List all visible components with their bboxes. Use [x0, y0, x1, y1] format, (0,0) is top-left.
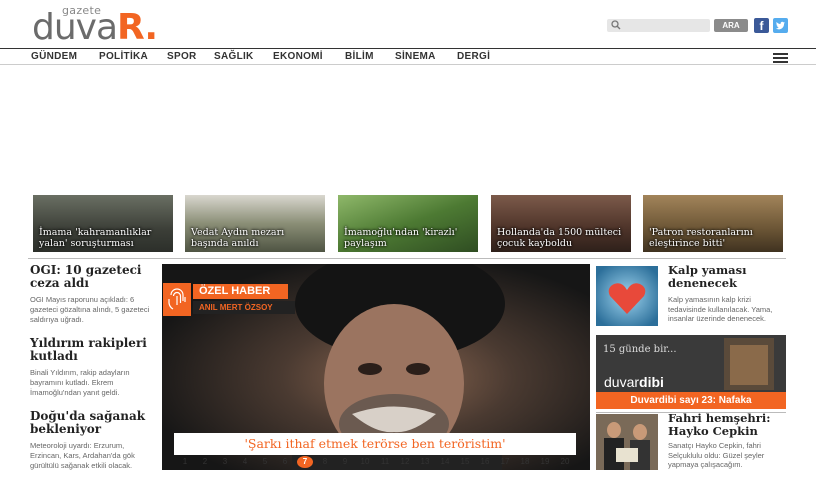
left-story-summary: Meteoroloji uyardı: Erzurum, Erzincan, K…	[30, 441, 135, 470]
nav-saglik[interactable]: SAĞLIK	[214, 51, 254, 62]
pager-item[interactable]: 12	[397, 457, 413, 466]
nav-gundem[interactable]: GÜNDEM	[31, 51, 77, 62]
pager-item[interactable]: 16	[477, 457, 493, 466]
left-story-1[interactable]: OGI: 10 gazeteci ceza aldı OGI Mayıs rap…	[30, 264, 150, 325]
left-story-2[interactable]: Yıldırım rakipleri kutladı Binali Yıldır…	[30, 337, 150, 398]
site-logo[interactable]: gazete duvaR.	[32, 4, 202, 46]
nav-politika[interactable]: POLİTİKA	[99, 51, 148, 62]
right-story-summary: Sanatçı Hayko Cepkin, fahri Selçuklulu o…	[668, 441, 765, 469]
pager-item[interactable]: 18	[517, 457, 533, 466]
search-box	[607, 19, 710, 32]
top-story-caption: 'Patron restoranlarını eleştirince bitti…	[649, 227, 753, 249]
pager-item[interactable]: 4	[237, 457, 253, 466]
left-story-summary: OGI Mayıs raporunu açıkladı: 6 gazeteci …	[30, 295, 150, 324]
fingerprint-icon	[163, 283, 191, 316]
top-story-caption: Vedat Aydın mezarı başında anıldı	[191, 227, 285, 249]
facebook-icon[interactable]: f	[754, 18, 769, 33]
exclusive-badge: ÖZEL HABER ANIL MERT ÖZSOY	[163, 283, 298, 316]
pager-item-active[interactable]: 7	[297, 456, 313, 468]
nav-ekonomi[interactable]: EKONOMİ	[273, 51, 323, 62]
badge-label: ÖZEL HABER	[193, 284, 288, 299]
pager-item[interactable]: 6	[277, 457, 293, 466]
logo-wordmark: duvaR.	[32, 7, 158, 48]
badge-author: ANIL MERT ÖZSOY	[193, 301, 295, 314]
nav-sinema[interactable]: SİNEMA	[395, 51, 436, 62]
pager-item[interactable]: 1	[177, 457, 193, 466]
twitter-icon[interactable]	[773, 18, 788, 33]
pager-item[interactable]: 17	[497, 457, 513, 466]
feature-headline[interactable]: 'Şarkı ithaf etmek terörse ben teröristi…	[174, 433, 576, 455]
section-divider	[28, 258, 786, 259]
search-button[interactable]: ARA	[714, 19, 748, 32]
duvardibi-frequency: 15 günde bir...	[603, 344, 677, 355]
pager-item[interactable]: 9	[337, 457, 353, 466]
top-story-2[interactable]: Vedat Aydın mezarı başında anıldı	[185, 195, 325, 252]
pager-item[interactable]: 10	[357, 457, 373, 466]
main-nav: GÜNDEM POLİTİKA SPOR SAĞLIK EKONOMİ BİLİ…	[0, 48, 816, 65]
pager-item[interactable]: 8	[317, 457, 333, 466]
search-input[interactable]	[625, 19, 709, 32]
nav-dergi[interactable]: DERGİ	[457, 51, 490, 62]
feature-pager: 1 2 3 4 5 6 7 8 9 10 11 12 13 14 15 16 1…	[174, 455, 576, 471]
right-story-2-image[interactable]	[596, 414, 658, 470]
pager-item[interactable]: 14	[437, 457, 453, 466]
top-story-4[interactable]: Hollanda'da 1500 mülteci çocuk kayboldu	[491, 195, 631, 252]
right-story-summary: Kalp yamasının kalp krizi tedavisinde ku…	[668, 295, 773, 323]
pager-item[interactable]: 5	[257, 457, 273, 466]
right-story-title[interactable]: Fahri hemşehri: Hayko Cepkin	[668, 412, 788, 438]
top-story-3[interactable]: İmamoğlu'ndan 'kirazlı' paylaşım	[338, 195, 478, 252]
menu-icon[interactable]	[773, 53, 788, 63]
pager-item[interactable]: 15	[457, 457, 473, 466]
left-story-title[interactable]: Yıldırım rakipleri kutladı	[30, 337, 150, 363]
nav-bilim[interactable]: BİLİM	[345, 51, 374, 62]
duvardibi-caption[interactable]: Duvardibi sayı 23: Nafaka	[596, 392, 786, 409]
left-story-title[interactable]: Doğu'da sağanak bekleniyor	[30, 410, 150, 436]
site-header: gazete duvaR. ARA f	[0, 0, 816, 48]
nav-spor[interactable]: SPOR	[167, 51, 197, 62]
right-story-1-image[interactable]	[596, 266, 658, 326]
left-story-title[interactable]: OGI: 10 gazeteci ceza aldı	[30, 264, 150, 290]
pager-item[interactable]: 19	[537, 457, 553, 466]
top-story-caption: Hollanda'da 1500 mülteci çocuk kayboldu	[497, 227, 622, 249]
top-story-1[interactable]: İmama 'kahramanlıklar yalan' soruşturmas…	[33, 195, 173, 252]
pager-item[interactable]: 11	[377, 457, 393, 466]
duvardibi-logo: duvardibi	[604, 374, 664, 390]
pager-item[interactable]: 20	[557, 457, 573, 466]
pager-item[interactable]: 3	[217, 457, 233, 466]
pager-item[interactable]: 2	[197, 457, 213, 466]
pager-item[interactable]: 13	[417, 457, 433, 466]
top-story-5[interactable]: 'Patron restoranlarını eleştirince bitti…	[643, 195, 783, 252]
right-story-title[interactable]: Kalp yaması denenecek	[668, 264, 788, 290]
top-story-caption: İmamoğlu'ndan 'kirazlı' paylaşım	[344, 227, 458, 249]
left-story-summary: Binali Yıldırım, rakip adayların bayramı…	[30, 368, 130, 397]
left-story-3[interactable]: Doğu'da sağanak bekleniyor Meteoroloji u…	[30, 410, 150, 471]
search-icon	[611, 20, 621, 30]
top-story-caption: İmama 'kahramanlıklar yalan' soruşturmas…	[39, 227, 152, 249]
